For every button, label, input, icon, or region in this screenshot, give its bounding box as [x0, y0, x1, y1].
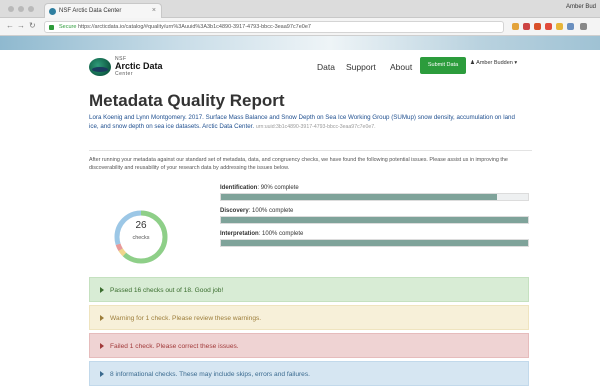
warning-checks-panel[interactable]: Warning for 1 check. Please review these…	[89, 305, 529, 330]
page-title: Metadata Quality Report	[89, 91, 285, 110]
submit-data-button[interactable]: Submit Data	[420, 57, 466, 74]
discovery-label: Discovery: 100% complete	[220, 208, 294, 214]
logo-line2: Arctic Data	[115, 61, 163, 71]
intro-text: After running your metadata against our …	[89, 157, 508, 171]
user-name: Amber Budden	[476, 60, 513, 66]
identification-suffix: 90% complete	[260, 185, 299, 191]
discovery-bar	[220, 216, 529, 224]
url-field[interactable]: Secure https://arcticdata.io/catalog/#qu…	[44, 21, 504, 33]
extension-icon[interactable]	[556, 23, 563, 30]
failed-checks-text: Failed 1 check. Please correct these iss…	[110, 343, 239, 350]
interpretation-suffix: 100% complete	[262, 231, 304, 237]
dataset-citation[interactable]: Lora Koenig and Lynn Montgomery. 2017. S…	[89, 113, 519, 132]
expand-triangle-icon	[100, 287, 104, 294]
header-banner	[0, 36, 600, 50]
extension-icon[interactable]	[545, 23, 552, 30]
expand-triangle-icon	[100, 343, 104, 350]
logo-line3: Center	[115, 71, 134, 77]
nav-about[interactable]: About	[390, 62, 412, 72]
page-content: NSF Arctic Data Center Data Support Abou…	[0, 50, 600, 391]
expand-triangle-icon	[100, 371, 104, 378]
favicon-icon	[49, 8, 56, 15]
check-count: 26	[135, 220, 147, 231]
failed-checks-panel[interactable]: Failed 1 check. Please correct these iss…	[89, 333, 529, 358]
interpretation-label: Interpretation: 100% complete	[220, 231, 304, 237]
browser-tab[interactable]: NSF Arctic Data Center ×	[44, 3, 162, 18]
tab-close-icon[interactable]: ×	[152, 4, 156, 18]
minimize-window-icon[interactable]	[18, 6, 24, 12]
nav-support[interactable]: Support	[346, 62, 376, 72]
passed-checks-panel[interactable]: Passed 16 checks out of 18. Good job!	[89, 277, 529, 302]
tab-title: NSF Arctic Data Center	[59, 8, 122, 14]
nav-data[interactable]: Data	[317, 62, 335, 72]
extension-icon[interactable]	[512, 23, 519, 30]
warning-checks-text: Warning for 1 check. Please review these…	[110, 315, 262, 322]
back-icon[interactable]: ←	[6, 21, 14, 30]
logo-icon	[89, 58, 111, 76]
secure-label: Secure	[59, 24, 77, 30]
extension-icon[interactable]	[567, 23, 574, 30]
discovery-suffix: 100% complete	[252, 208, 294, 214]
menu-icon[interactable]	[580, 23, 587, 30]
extension-icon[interactable]	[523, 23, 530, 30]
expand-triangle-icon	[100, 315, 104, 322]
forward-icon[interactable]: →	[17, 21, 25, 30]
maximize-window-icon[interactable]	[28, 6, 34, 12]
identification-bar	[220, 193, 529, 201]
passed-checks-text: Passed 16 checks out of 18. Good job!	[110, 287, 224, 294]
info-checks-text: 8 informational checks. These may includ…	[110, 371, 310, 378]
interpretation-name: Interpretation	[220, 231, 259, 237]
close-window-icon[interactable]	[8, 6, 14, 12]
discovery-name: Discovery	[220, 208, 249, 214]
address-bar: ← → ↻ Secure https://arcticdata.io/catal…	[0, 18, 600, 36]
interpretation-fill	[221, 240, 528, 246]
reload-icon[interactable]: ↻	[29, 21, 36, 30]
info-checks-panel[interactable]: 8 informational checks. These may includ…	[89, 361, 529, 386]
lock-icon	[49, 25, 54, 30]
identification-fill	[221, 194, 498, 200]
identification-name: Identification	[220, 185, 258, 191]
url-text: https://arcticdata.io/catalog/#quality/u…	[77, 24, 311, 30]
discovery-fill	[221, 217, 528, 223]
interpretation-bar	[220, 239, 529, 247]
window-titlebar: NSF Arctic Data Center × Amber Bud	[0, 0, 600, 18]
browser-user[interactable]: Amber Bud	[566, 4, 596, 10]
user-menu[interactable]: ♟ Amber Budden ▾	[470, 60, 517, 66]
extension-icon[interactable]	[534, 23, 541, 30]
citation-pid: urn:uuid:3b1c4890-3917-4793-bbcc-3eaa97c…	[255, 124, 376, 130]
check-label: checks	[132, 235, 150, 241]
identification-label: Identification: 90% complete	[220, 185, 299, 191]
divider	[89, 150, 532, 151]
